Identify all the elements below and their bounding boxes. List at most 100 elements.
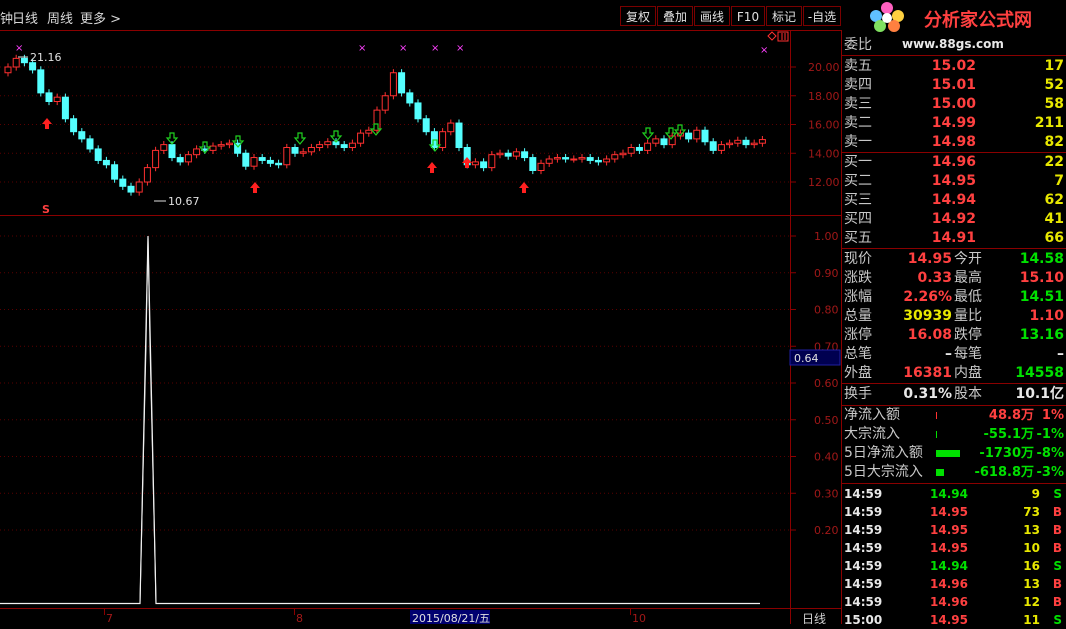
indicator-y-tick-label: 0.90 <box>814 267 839 280</box>
candle-up <box>316 144 324 148</box>
candle-up <box>603 158 611 163</box>
candle-down <box>127 185 135 193</box>
flow-row: 5日大宗流入 -618.8万 -3% <box>842 463 1066 482</box>
quote-label: 总笔 <box>844 346 872 362</box>
candle-down <box>340 144 348 148</box>
sell-order-row: 卖五 15.02 17 <box>842 57 1066 76</box>
watchlist-button[interactable]: -自选 <box>803 6 841 26</box>
candle-up <box>307 147 315 153</box>
tick-time: 14:59 <box>844 559 883 573</box>
candle-up <box>299 151 307 154</box>
tick-volume: 16 <box>1023 559 1040 573</box>
candle-up <box>193 148 201 156</box>
order-level-label: 买一 <box>844 154 872 170</box>
candle-up <box>693 129 701 140</box>
candle-up <box>471 161 479 166</box>
tab-weekly[interactable]: 周线 <box>47 8 73 27</box>
candle-down <box>102 159 110 166</box>
candle-up <box>717 144 725 151</box>
tab-more[interactable]: 更多 > <box>80 8 121 27</box>
quote-value: 16.08 <box>907 327 952 343</box>
quote-label: 外盘 <box>844 365 872 381</box>
indicator-y-tick-label: 1.00 <box>814 230 839 243</box>
indicator-grid <box>0 235 790 531</box>
panel-toggle-icon[interactable] <box>777 31 789 42</box>
tab-daily[interactable]: 日线 <box>12 8 38 27</box>
order-volume: 82 <box>1044 134 1064 150</box>
f10-button[interactable]: F10 <box>731 6 765 26</box>
tick-side: B <box>1052 505 1062 519</box>
quote-value: 0.33 <box>917 270 952 286</box>
chart-corner-icons[interactable] <box>767 31 789 42</box>
flower-logo-icon <box>870 2 904 32</box>
order-price: 15.00 <box>931 96 976 112</box>
x-mark-icon: × <box>431 43 439 54</box>
order-volume: 58 <box>1044 96 1064 112</box>
sell-arrow-icon <box>641 127 655 140</box>
tick-side: B <box>1052 577 1062 591</box>
order-price: 15.02 <box>931 58 976 74</box>
x-label-month-7: 7 <box>106 612 113 624</box>
x-mark-icon: × <box>760 45 768 56</box>
adjust-button[interactable]: 复权 <box>620 6 656 26</box>
candlestick-series <box>4 54 766 196</box>
candle-up <box>652 138 660 144</box>
candle-up <box>545 158 553 164</box>
quote-label: 今开 <box>954 251 982 267</box>
candle-down <box>291 147 299 154</box>
candle-up <box>488 154 496 169</box>
kline-chart[interactable]: 20.00 18.00 16.00 14.00 12.00 1.00 0.90 0.80 0.… <box>0 30 842 624</box>
x-mark-icon: × <box>399 43 407 54</box>
candle-up <box>611 154 619 160</box>
logo-title: 分析家公式网 <box>924 10 1032 31</box>
quote-value: 14.95 <box>907 251 952 267</box>
candle-up <box>250 157 258 167</box>
logo: 分析家公式网 <box>842 0 1066 33</box>
period-button[interactable]: 日线 <box>802 612 826 624</box>
quote-value: 15.10 <box>1019 270 1064 286</box>
sell-arrow-icon <box>293 132 307 145</box>
draw-line-button[interactable]: 画线 <box>694 6 730 26</box>
candle-down <box>701 129 709 143</box>
quote-label: 每笔 <box>954 346 982 362</box>
candle-up <box>184 154 192 163</box>
indicator-y-tick-label: 0.30 <box>814 487 839 500</box>
candle-down <box>594 159 602 163</box>
candle-up <box>348 142 356 148</box>
order-volume: 17 <box>1044 58 1064 74</box>
overlay-button[interactable]: 叠加 <box>657 6 693 26</box>
candle-up <box>217 144 225 147</box>
tick-volume: 13 <box>1023 523 1040 537</box>
candle-down <box>455 122 463 148</box>
quote-value: – <box>945 346 952 362</box>
flow-bar <box>936 450 960 457</box>
tick-price: 14.95 <box>930 541 968 555</box>
tick-price: 14.95 <box>930 613 968 627</box>
order-level-label: 卖五 <box>844 58 872 74</box>
candle-up <box>750 142 758 146</box>
quote-row: 涨幅 2.26% 最低 14.51 <box>842 288 1066 307</box>
quote-value: 2.26% <box>903 289 952 305</box>
flow-label: 5日大宗流入 <box>844 464 923 480</box>
order-volume: 62 <box>1044 192 1064 208</box>
low-label: 10.67 <box>168 195 200 208</box>
tick-row: 14:59 14.95 10 B <box>842 539 1066 557</box>
quote-row: 外盘 16381 内盘 14558 <box>842 364 1066 383</box>
tick-price: 14.94 <box>930 559 968 573</box>
mark-button[interactable]: 标记 <box>766 6 802 26</box>
candle-down <box>242 152 250 167</box>
candle-down <box>119 178 127 187</box>
candle-down <box>258 157 266 161</box>
tick-side: B <box>1052 595 1062 609</box>
order-level-label: 卖一 <box>844 134 872 150</box>
candle-up <box>283 147 291 166</box>
order-level-label: 买四 <box>844 211 872 227</box>
candle-up <box>578 157 586 160</box>
order-level-label: 卖二 <box>844 115 872 131</box>
tick-row: 15:00 14.95 11 S <box>842 611 1066 629</box>
tick-time: 14:59 <box>844 541 883 555</box>
candle-up <box>627 147 635 154</box>
diamond-icon[interactable] <box>767 31 777 41</box>
candle-down <box>275 162 283 166</box>
buy-order-row: 买三 14.94 62 <box>842 191 1066 210</box>
